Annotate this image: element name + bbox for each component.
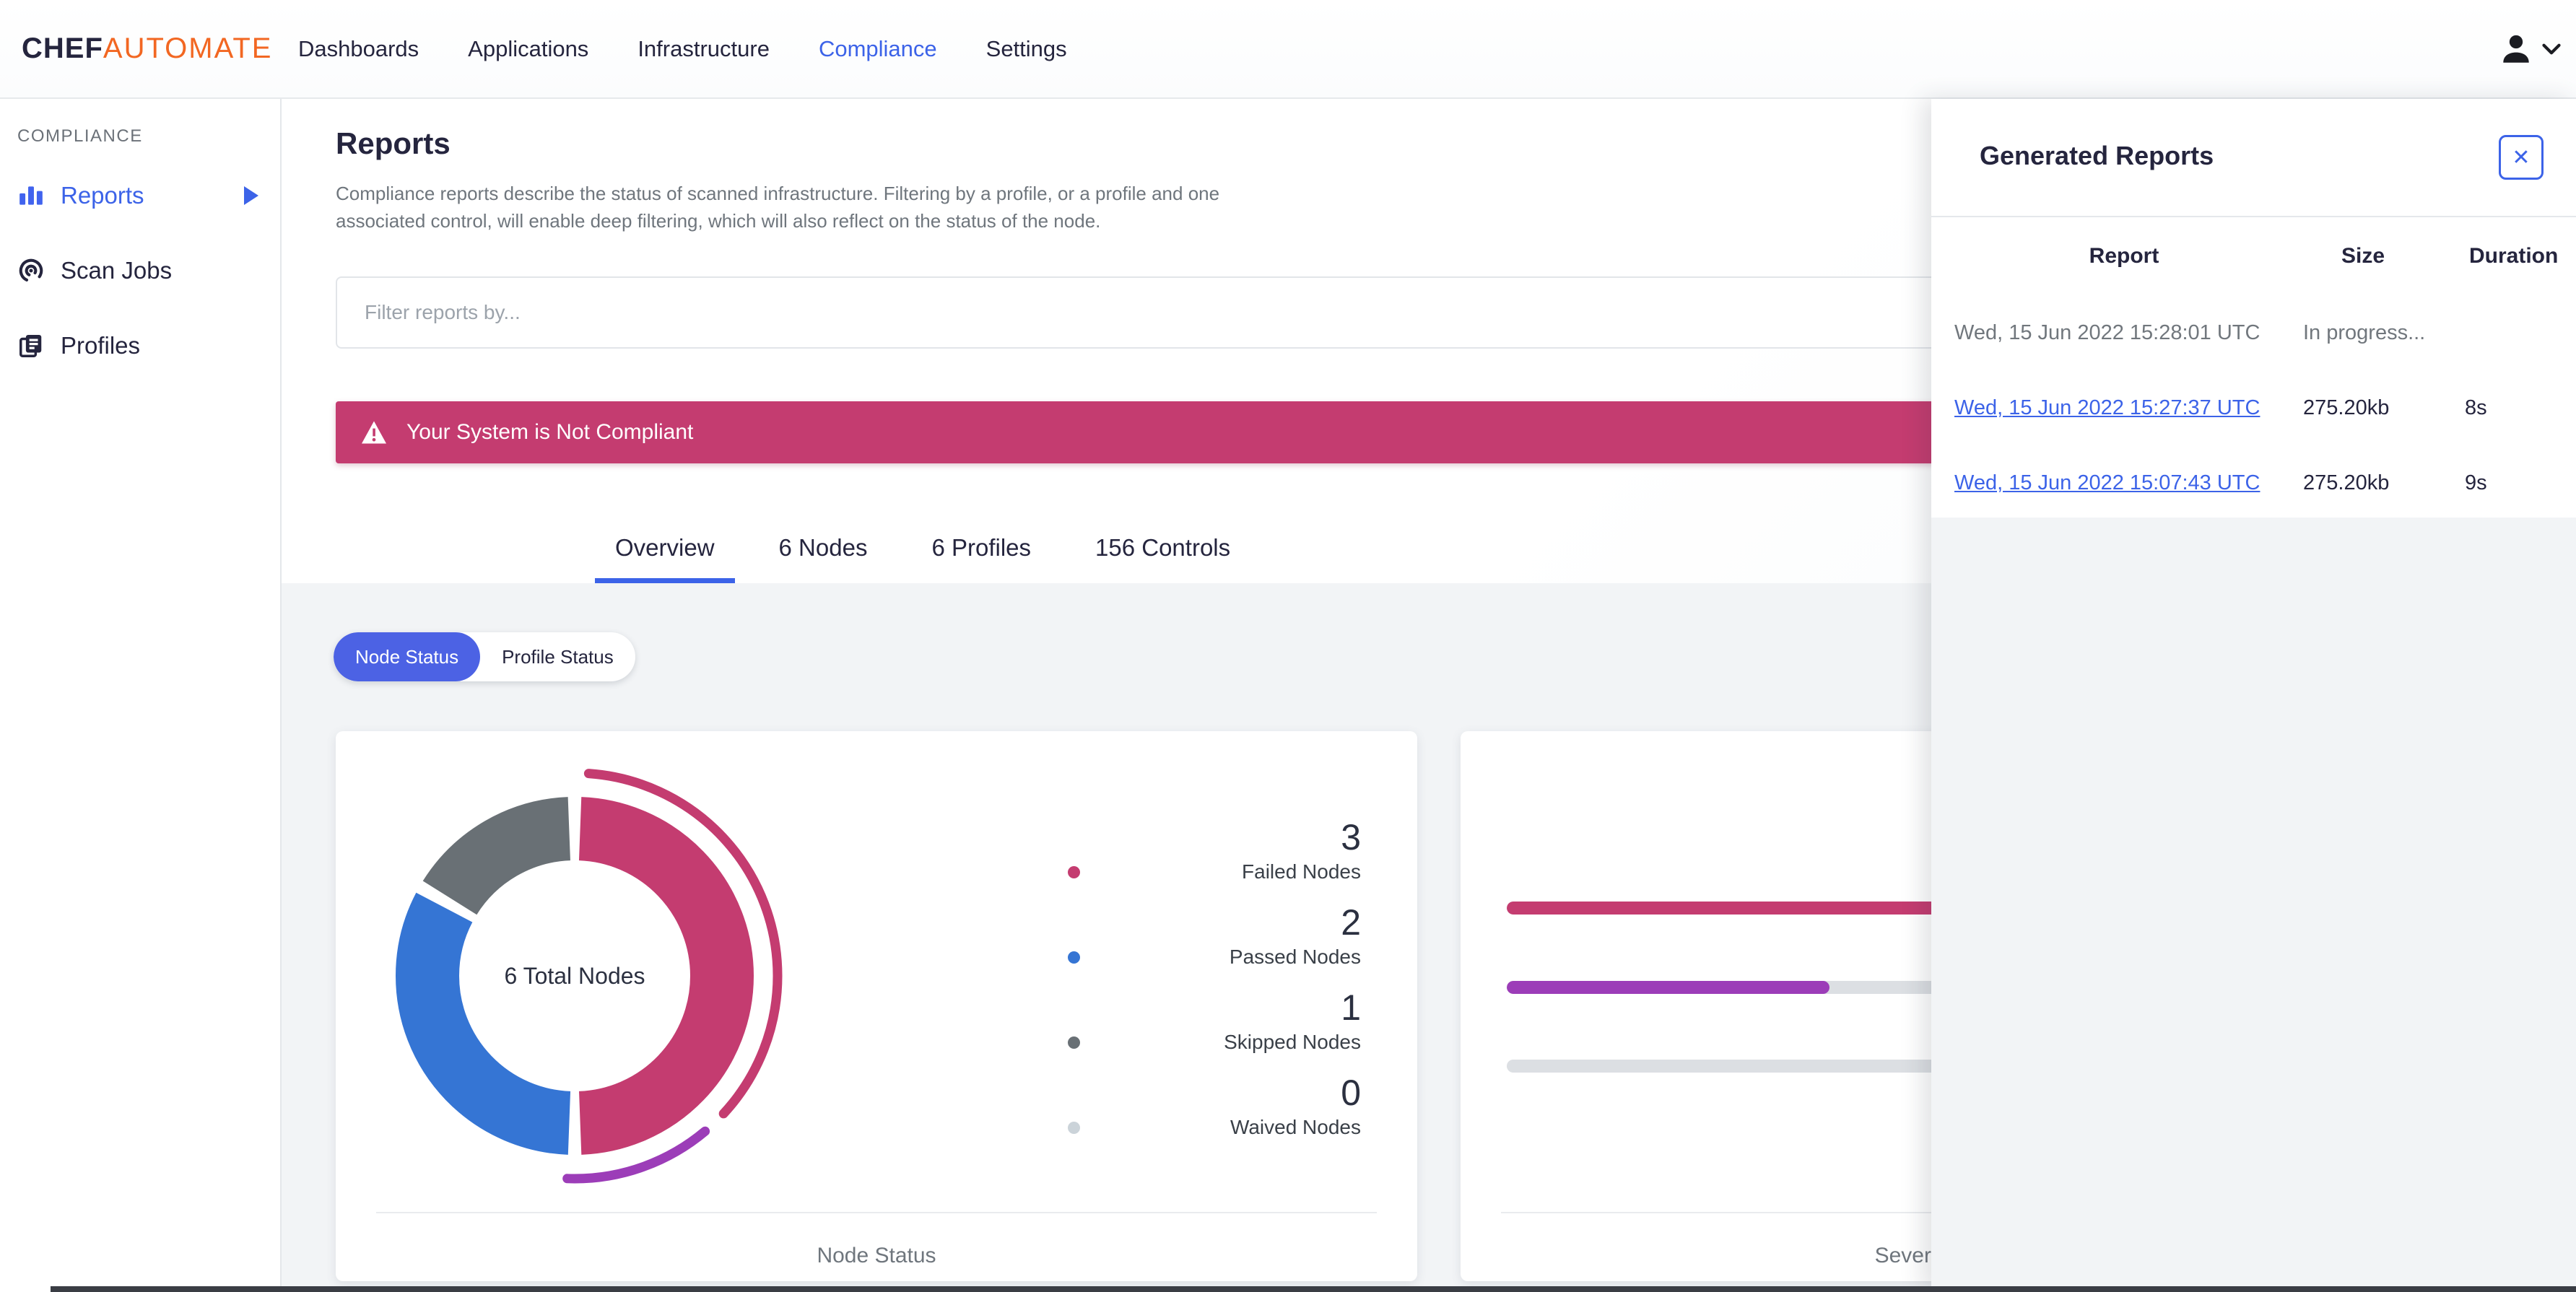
legend-item-skipped[interactable]: 1 Skipped Nodes	[1068, 987, 1361, 1055]
skipped-dot-icon	[1068, 1036, 1081, 1049]
reports-table-header: Report Size Duration	[1954, 232, 2564, 280]
column-header-size: Size	[2341, 244, 2385, 268]
card-divider	[376, 1212, 1377, 1213]
tab-profiles[interactable]: 6 Profiles	[911, 517, 1051, 583]
generated-reports-drawer: Generated Reports ✕ Report Size Duration…	[1931, 99, 2576, 1292]
report-size: In progress...	[2303, 320, 2426, 344]
report-download-link[interactable]: Wed, 15 Jun 2022 15:27:37 UTC	[1954, 396, 2260, 419]
waived-dot-icon	[1068, 1121, 1081, 1134]
sidebar-item-reports[interactable]: Reports	[0, 170, 280, 222]
sidebar-item-scan-jobs[interactable]: Scan Jobs	[0, 245, 280, 297]
nav-applications[interactable]: Applications	[468, 36, 588, 61]
table-row: Wed, 15 Jun 2022 15:27:37 UTC 275.20kb 8…	[1954, 370, 2564, 445]
table-row: Wed, 15 Jun 2022 15:07:43 UTC 275.20kb 9…	[1954, 445, 2564, 520]
legend-value: 1	[1341, 987, 1361, 1028]
report-duration: 8s	[2465, 396, 2487, 419]
node-status-card: 6 Total Nodes 3 Failed Nodes 2 Passed No…	[336, 731, 1417, 1281]
sidebar: COMPLIANCE Reports Scan Jobs Profiles	[0, 99, 282, 1292]
window-bottom-edge	[51, 1286, 2576, 1292]
documents-icon	[17, 332, 45, 359]
sidebar-item-label: Scan Jobs	[61, 257, 173, 284]
warning-triangle-icon	[360, 420, 388, 445]
drawer-title: Generated Reports	[1980, 141, 2214, 170]
page-title: Reports	[336, 126, 451, 160]
report-size: 275.20kb	[2303, 396, 2390, 419]
scan-target-icon	[17, 257, 45, 284]
bar-fill	[1507, 981, 1830, 994]
column-header-duration: Duration	[2469, 244, 2559, 268]
sidebar-section-label: COMPLIANCE	[17, 126, 143, 146]
tab-controls[interactable]: 156 Controls	[1075, 517, 1250, 583]
legend-item-passed[interactable]: 2 Passed Nodes	[1068, 902, 1361, 969]
user-menu[interactable]	[2498, 31, 2562, 67]
bar-chart-icon	[17, 182, 45, 209]
legend-value: 3	[1341, 817, 1361, 857]
tab-nodes[interactable]: 6 Nodes	[759, 517, 888, 583]
tab-overview[interactable]: Overview	[595, 517, 735, 583]
submenu-arrow-icon	[244, 186, 258, 205]
legend-label: Failed Nodes	[1242, 860, 1361, 883]
toggle-profile-status[interactable]: Profile Status	[480, 632, 635, 681]
sidebar-item-label: Reports	[61, 182, 144, 209]
drawer-panel: Generated Reports ✕ Report Size Duration…	[1931, 99, 2576, 518]
page-description: Compliance reports describe the status o…	[336, 183, 1220, 232]
report-date: Wed, 15 Jun 2022 15:28:01 UTC	[1954, 320, 2260, 344]
legend-item-failed[interactable]: 3 Failed Nodes	[1068, 817, 1361, 884]
sidebar-item-profiles[interactable]: Profiles	[0, 320, 280, 372]
report-duration: 9s	[2465, 471, 2487, 494]
report-tabs: Overview 6 Nodes 6 Profiles 156 Controls	[595, 517, 1250, 583]
donut-center-label: 6 Total Nodes	[504, 963, 645, 989]
passed-dot-icon	[1068, 951, 1081, 964]
chevron-down-icon	[2541, 43, 2562, 56]
table-row: Wed, 15 Jun 2022 15:28:01 UTC In progres…	[1954, 295, 2564, 370]
report-download-link[interactable]: Wed, 15 Jun 2022 15:07:43 UTC	[1954, 471, 2260, 494]
banner-text: Your System is Not Compliant	[406, 420, 694, 444]
node-status-card-title: Node Status	[817, 1244, 936, 1267]
legend-value: 0	[1341, 1073, 1361, 1113]
close-button[interactable]: ✕	[2499, 135, 2544, 180]
main-nav: Dashboards Applications Infrastructure C…	[298, 36, 1067, 62]
toggle-node-status[interactable]: Node Status	[334, 632, 481, 681]
logo-chef: CHEF	[22, 32, 103, 64]
column-header-report: Report	[2089, 244, 2159, 268]
nav-dashboards[interactable]: Dashboards	[298, 36, 419, 61]
node-status-legend: 3 Failed Nodes 2 Passed Nodes 1 Skipped …	[1068, 817, 1361, 1158]
legend-item-waived[interactable]: 0 Waived Nodes	[1068, 1073, 1361, 1140]
legend-label: Skipped Nodes	[1224, 1031, 1361, 1053]
failed-dot-icon	[1068, 865, 1081, 878]
status-toggle: Node Status Profile Status	[334, 632, 635, 681]
legend-label: Passed Nodes	[1229, 946, 1361, 968]
nav-infrastructure[interactable]: Infrastructure	[638, 36, 770, 61]
report-size: 275.20kb	[2303, 471, 2390, 494]
chef-automate-logo[interactable]: CHEFAUTOMATE	[22, 32, 272, 65]
legend-label: Waived Nodes	[1230, 1116, 1361, 1138]
close-icon: ✕	[2512, 145, 2531, 170]
logo-automate: AUTOMATE	[103, 32, 273, 64]
top-nav: CHEFAUTOMATE Dashboards Applications Inf…	[0, 0, 2576, 99]
nav-compliance[interactable]: Compliance	[819, 36, 937, 61]
drawer-divider	[1931, 216, 2576, 217]
person-icon	[2498, 31, 2534, 67]
sidebar-item-label: Profiles	[61, 332, 141, 359]
legend-value: 2	[1341, 902, 1361, 943]
nav-settings[interactable]: Settings	[986, 36, 1067, 61]
